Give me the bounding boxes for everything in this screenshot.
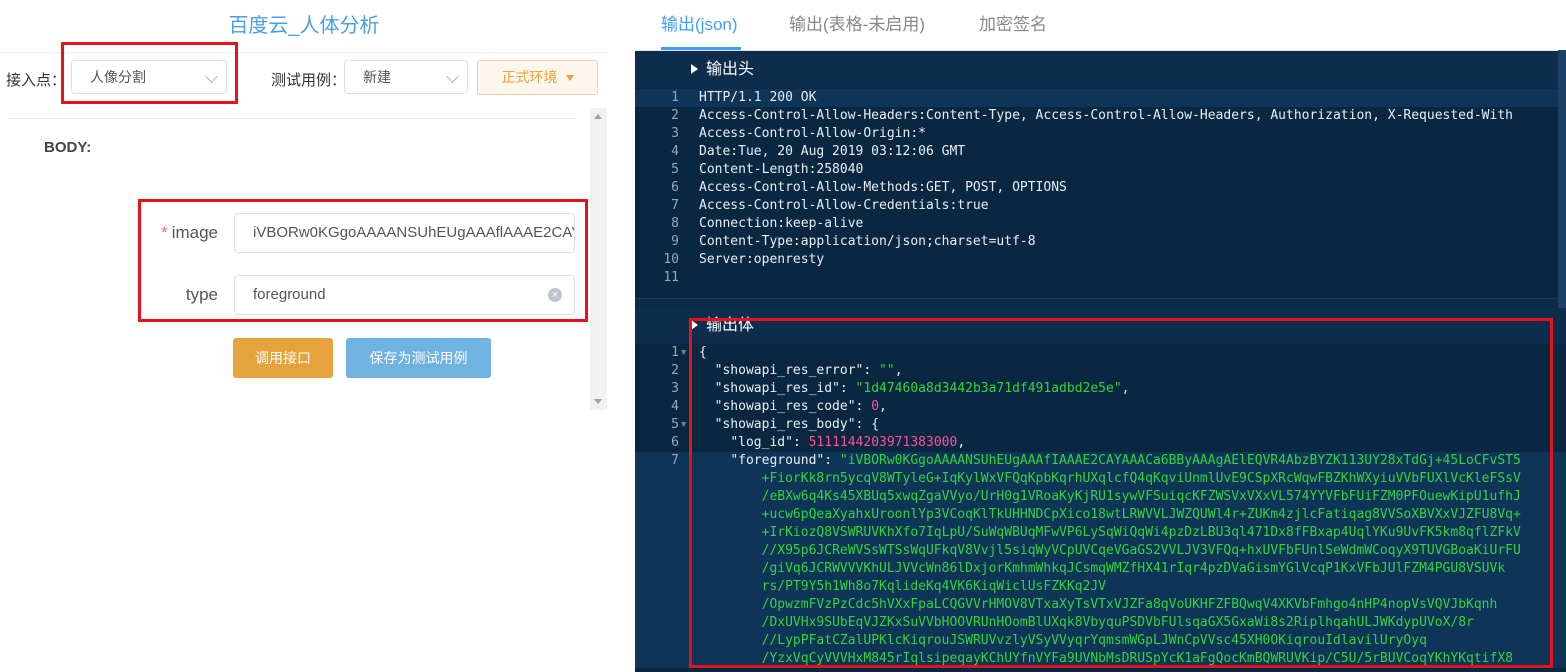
clear-icon[interactable]: × [548, 288, 562, 302]
code-line: 2 "showapi_res_error": "", [671, 363, 903, 378]
toolbar: 接入点： 人像分割 测试用例： 新建 正式环境 [0, 53, 608, 101]
chevron-down-icon [205, 70, 218, 83]
app-title: 百度云_人体分析 [0, 0, 608, 53]
scroll-down-arrow-icon[interactable] [594, 399, 602, 404]
tab-output-json[interactable]: 输出(json) [661, 0, 738, 50]
code-line: 10 Server:openresty [663, 252, 825, 267]
code-line: 2 Access-Control-Allow-Headers:Content-Ty… [671, 108, 1513, 123]
code-line: 1 ▼{ [671, 345, 707, 360]
code-line-wrap: //LypPFatCZalUPKlcKiqrouJSWRUVvzlyVSyVVy… [635, 632, 1566, 650]
type-input-value: foreground [253, 286, 326, 303]
chevron-down-icon [446, 70, 459, 83]
environment-dropdown-button[interactable]: 正式环境 [477, 60, 598, 95]
code-line: 8 Connection:keep-alive [671, 216, 864, 231]
code-line: 7 "foreground": "iVBORw0KGgoAAAANSUhEUgA… [635, 452, 1566, 470]
output-tabs: 输出(json) 输出(表格-未启用) 加密签名 [635, 0, 1566, 51]
code-line-wrap: /YzxVqCyVVVHxM845rIqlsipeqayKChUYfnVYFa9… [635, 650, 1566, 668]
code-line-wrap: /eBXw6q4Ks45XBUq5xwqZgaVVyo/UrH0g1VRoaKy… [635, 488, 1566, 506]
right-panel: 输出(json) 输出(表格-未启用) 加密签名 输出头 1 HTTP/1.1 2… [635, 0, 1566, 672]
tab-output-table[interactable]: 输出(表格-未启用) [789, 0, 925, 50]
access-point-value: 人像分割 [90, 69, 146, 85]
output-header-title: 输出头 [706, 61, 755, 78]
code-line: 6 Access-Control-Allow-Methods:GET, POST,… [671, 180, 1067, 195]
code-line-wrap: +IrKiozQ8VSWRUVKhXfo7IqLpU/SuWqWBUqMFwVP… [635, 524, 1566, 542]
output-body-section-toggle[interactable]: 输出体 [635, 308, 1566, 344]
code-line: 6 "log_id": 5111144203971383000, [671, 435, 966, 450]
code-line: 4 Date:Tue, 20 Aug 2019 03:12:06 GMT [671, 144, 966, 159]
call-api-button[interactable]: 调用接口 [233, 338, 333, 378]
code-line-wrap: /OpwzmFVzPzCdc5hVXxFpaLCQGVVrHMOV8VTxaXy… [635, 596, 1566, 614]
divider [8, 118, 576, 119]
image-input[interactable]: iVBORw0KGgoAAAANSUhEUgAAAflAAAE2CAYAAACa… [234, 213, 575, 253]
testcase-select[interactable]: 新建 [344, 60, 468, 94]
tab-encrypt-sign[interactable]: 加密签名 [979, 0, 1047, 50]
code-line: 5 ▼ "showapi_res_body": { [671, 417, 880, 432]
type-field-label: type [185, 285, 218, 304]
code-line: 3 Access-Control-Allow-Origin:* [671, 126, 926, 141]
testcase-label: 测试用例： [271, 72, 347, 89]
code-line-wrap: +ucw6pQeaXyahxUroonlYp3VCoqKlTkUHHNDCpXi… [635, 506, 1566, 524]
access-point-label: 接入点： [6, 72, 67, 89]
testcase-value: 新建 [363, 69, 391, 85]
required-mark: * [161, 223, 168, 242]
code-line: 7 Access-Control-Allow-Credentials:true [671, 198, 989, 213]
code-line-wrap: +FiorKk8rn5ycqV8WTyleG+IqKylWxVFQqKpbKqr… [635, 470, 1566, 488]
code-line: 9 Content-Type:application/json;charset=u… [671, 234, 1036, 249]
code-line-wrap: /DxUVHx9SUbEqVJZKxSuVVbHOOVRUnHOomBlUXqk… [635, 614, 1566, 632]
environment-label: 正式环境 [501, 69, 558, 85]
body-heading: BODY: [44, 139, 92, 156]
output-body-title: 输出体 [706, 317, 755, 334]
output-body-code: 1 ▼{ 2 "showapi_res_error": "", 3 "showap… [635, 344, 1566, 672]
caret-down-icon [565, 75, 574, 82]
code-line: 11 [663, 270, 679, 285]
code-line-wrap: /giVq6JCRWVVVKhULJVVcWn86lDxjorKmhmWhkqJ… [635, 560, 1566, 578]
expand-triangle-icon [691, 64, 698, 74]
scroll-up-arrow-icon[interactable] [594, 114, 602, 119]
active-tab-indicator [661, 47, 741, 50]
image-field-label: * image [161, 223, 218, 242]
left-panel: 百度云_人体分析 接入点： 人像分割 测试用例： 新建 正式环境 BODY: *… [0, 0, 608, 672]
left-scrollbar[interactable] [590, 108, 607, 410]
code-line-wrap: rs/PT9Y5h1Wh8o7KqlideKq4VK6KiqWiclUsFZKK… [635, 578, 1566, 596]
type-input[interactable]: foreground × [234, 275, 575, 315]
code-line-wrap: //X95p6JCReWVSsWTSsWqUFkqV8Vvjl5siqWyVCp… [635, 542, 1566, 560]
code-line: 3 "showapi_res_id": "1d47460a8d3442b3a71… [671, 381, 1130, 396]
right-scrollbar[interactable] [1558, 50, 1566, 310]
code-line: 1 HTTP/1.1 200 OK [635, 89, 1566, 107]
access-point-select[interactable]: 人像分割 [71, 60, 227, 94]
save-testcase-button[interactable]: 保存为测试用例 [346, 338, 491, 378]
code-line: 5 Content-Length:258040 [671, 162, 864, 177]
output-header-section-toggle[interactable]: 输出头 [635, 52, 1566, 88]
output-header-code: 1 HTTP/1.1 200 OK 2 Access-Control-Allow-H… [635, 89, 1566, 298]
code-line: 4 "showapi_res_code": 0, [671, 399, 887, 414]
expand-triangle-icon [691, 320, 698, 330]
